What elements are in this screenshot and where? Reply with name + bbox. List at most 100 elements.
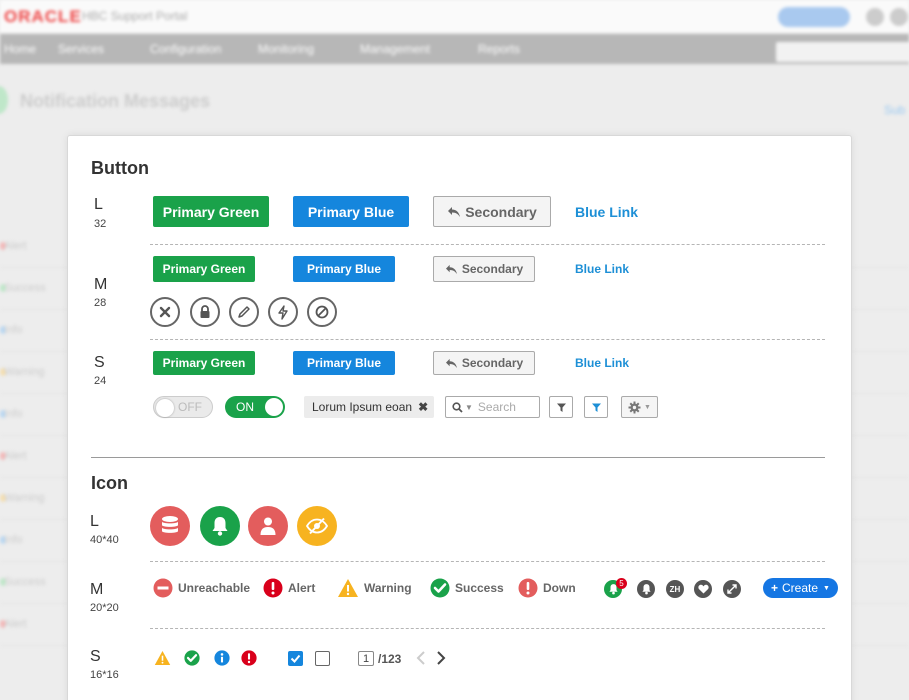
blue-link[interactable]: Blue Link (575, 262, 629, 276)
filter-button[interactable] (549, 396, 573, 418)
toggle-knob (156, 399, 174, 417)
filter-icon (591, 403, 601, 412)
lock-icon (200, 305, 210, 318)
plus-icon: + (771, 581, 779, 595)
style-guide-panel: Button L 32 Primary Green Primary Blue S… (67, 135, 852, 700)
search-placeholder: Search (477, 400, 516, 414)
primary-green-button[interactable]: Primary Green (153, 351, 255, 375)
heart-icon[interactable] (694, 580, 712, 598)
disable-circle-button[interactable] (307, 297, 337, 327)
size-number: 40*40 (90, 534, 119, 546)
divider (150, 561, 825, 562)
checkbox-checked[interactable] (288, 651, 303, 666)
warning-icon (154, 651, 171, 665)
secondary-button[interactable]: Secondary (433, 256, 535, 282)
unreachable-icon (153, 578, 173, 598)
button-section-title: Button (91, 158, 149, 178)
nav-item-reports[interactable]: Reports (478, 42, 520, 56)
flash-circle-button[interactable] (268, 297, 298, 327)
lightning-icon (278, 304, 288, 320)
reply-icon (448, 206, 461, 217)
primary-green-button[interactable]: Primary Green (153, 256, 255, 282)
primary-blue-button[interactable]: Primary Blue (293, 196, 409, 227)
bell-icon[interactable] (637, 580, 655, 598)
close-icon (159, 306, 171, 318)
nav-item-configuration[interactable]: Configuration (150, 42, 221, 56)
settings-dropdown-button[interactable]: ▼ (621, 396, 658, 418)
reply-icon (445, 358, 457, 368)
page-total: /123 (378, 652, 402, 666)
chevron-left-icon[interactable] (416, 651, 426, 665)
filter-active-button[interactable] (584, 396, 608, 418)
size-letter-s: S (90, 648, 101, 665)
filter-tag: Lorum Ipsum eoan ✖ (304, 396, 435, 418)
chevron-down-icon: ▼ (823, 584, 830, 592)
nav-item-monitoring[interactable]: Monitoring (258, 42, 314, 56)
ban-icon (315, 305, 329, 319)
language-icon[interactable]: ZH (666, 580, 684, 598)
page-title: Notification Messages (20, 91, 211, 111)
size-number: 28 (94, 297, 107, 309)
status-warning: Warning (337, 578, 412, 598)
pencil-icon (238, 306, 250, 318)
top-bar: ORACLE HBC Support Portal (0, 0, 909, 34)
divider (150, 244, 825, 245)
secondary-button[interactable]: Secondary (433, 351, 535, 375)
toggle-on[interactable]: ON (225, 396, 285, 418)
close-circle-button[interactable] (150, 297, 180, 327)
warning-icon (338, 579, 358, 597)
expand-icon[interactable] (723, 580, 741, 598)
status-success: Success (430, 578, 504, 598)
toggle-knob (265, 398, 283, 416)
status-alert: Alert (263, 578, 315, 598)
size-number: 16*16 (90, 669, 119, 681)
page-title-icon (0, 86, 8, 114)
primary-blue-button[interactable]: Primary Blue (293, 351, 395, 375)
checkbox-unchecked[interactable] (315, 651, 330, 666)
tag-remove-icon[interactable]: ✖ (418, 400, 428, 414)
primary-blue-button[interactable]: Primary Blue (293, 256, 395, 282)
blue-link[interactable]: Blue Link (575, 204, 638, 220)
size-letter-m: M (94, 276, 108, 293)
create-button[interactable]: + Create ▼ (763, 578, 838, 598)
alert-icon (241, 650, 257, 666)
tag-label: Lorum Ipsum eoan (312, 400, 413, 414)
eye-slash-icon (297, 506, 337, 546)
reply-icon (445, 264, 457, 274)
success-icon (184, 650, 200, 666)
search-input[interactable]: ▼ Search (445, 396, 540, 418)
nav-search-input[interactable] (776, 42, 909, 62)
blue-link[interactable]: Blue Link (575, 356, 629, 370)
size-letter-l: L (94, 196, 103, 213)
edit-circle-button[interactable] (229, 297, 259, 327)
help-icon[interactable] (866, 8, 884, 26)
secondary-button[interactable]: Secondary (433, 196, 551, 227)
chevron-down-icon[interactable]: ▼ (465, 403, 473, 412)
size-number: 32 (94, 218, 107, 230)
notification-count-badge: 5 (616, 578, 627, 589)
chevron-right-icon[interactable] (436, 651, 446, 665)
size-number: 20*20 (90, 602, 119, 614)
user-pill[interactable] (778, 7, 850, 27)
divider (150, 339, 825, 340)
size-letter-s: S (94, 354, 105, 371)
submit-link[interactable]: Sub (884, 103, 905, 117)
bell-icon (200, 506, 240, 546)
size-number: 24 (94, 375, 107, 387)
page-number-input[interactable]: 1 (358, 651, 374, 666)
nav-item-management[interactable]: Management (360, 42, 430, 56)
alert-icon (263, 578, 283, 598)
filter-icon (556, 403, 566, 412)
size-letter-m: M (90, 581, 104, 598)
settings-icon[interactable] (890, 8, 908, 26)
nav-item-services[interactable]: Services (58, 42, 104, 56)
nav-item-home[interactable]: Home (4, 42, 36, 56)
logo: ORACLE (4, 7, 82, 26)
section-divider (91, 457, 825, 458)
user-icon (248, 506, 288, 546)
toggle-off[interactable]: OFF (153, 396, 213, 418)
down-icon (518, 578, 538, 598)
lock-circle-button[interactable] (190, 297, 220, 327)
toggle-on-label: ON (236, 400, 254, 414)
primary-green-button[interactable]: Primary Green (153, 196, 269, 227)
